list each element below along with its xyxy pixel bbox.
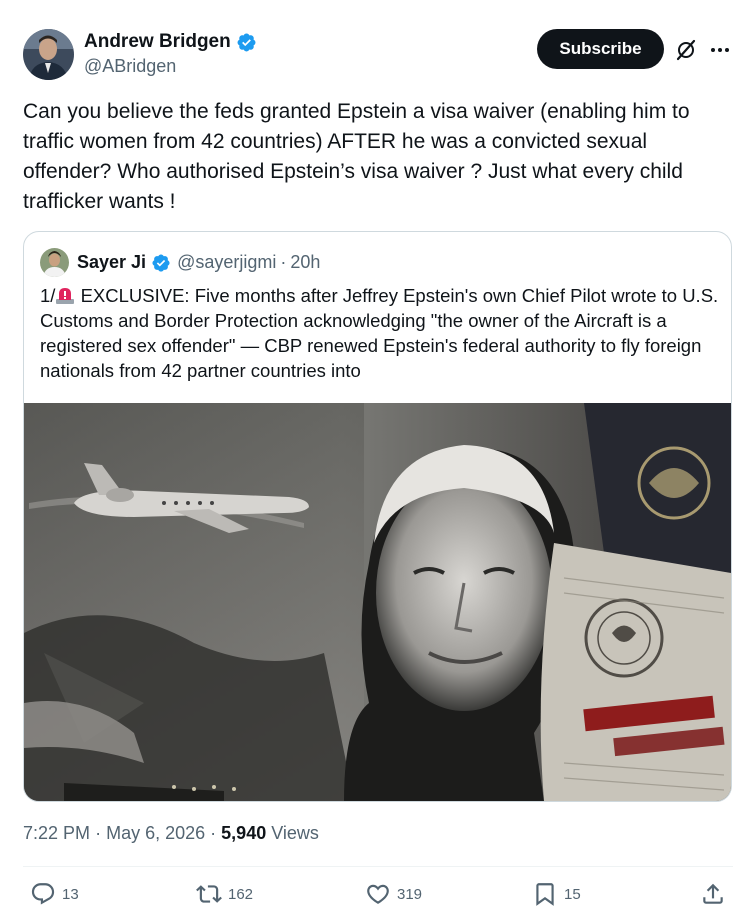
quote-text: 1/ EXCLUSIVE: Five months after Jeffrey … bbox=[40, 283, 720, 383]
author-name-text[interactable]: Andrew Bridgen bbox=[84, 31, 231, 53]
tweet: Andrew Bridgen @ABridgen Subscribe Can y… bbox=[0, 0, 756, 919]
bookmark-count: 15 bbox=[564, 885, 581, 903]
tweet-meta: 7:22 PM · May 6, 2026 · 5,940 Views bbox=[23, 823, 319, 844]
like-count: 319 bbox=[397, 885, 423, 903]
verified-badge-icon bbox=[237, 33, 256, 51]
tweet-text: Can you believe the feds granted Epstein… bbox=[23, 100, 690, 213]
subscribe-button[interactable]: Subscribe bbox=[537, 29, 664, 69]
repost-button[interactable]: 162 bbox=[196, 881, 253, 907]
views-label: Views bbox=[271, 823, 319, 843]
tweet-time[interactable]: 7:22 PM bbox=[23, 823, 90, 843]
views-count: 5,940 bbox=[221, 823, 267, 843]
like-button[interactable]: 319 bbox=[365, 881, 422, 907]
reply-icon bbox=[31, 883, 55, 905]
separator-dot: · bbox=[210, 823, 217, 843]
separator-dot: · bbox=[95, 823, 102, 843]
quote-media-image[interactable] bbox=[24, 403, 731, 801]
bookmark-button[interactable]: 15 bbox=[532, 881, 581, 907]
quote-author-name[interactable]: Sayer Ji bbox=[77, 252, 146, 273]
verified-badge-icon bbox=[152, 253, 170, 272]
quoted-tweet[interactable]: Sayer Ji @sayerjigmi · 20h 1/ EXCLUSIVE:… bbox=[23, 231, 732, 802]
divider bbox=[23, 866, 733, 867]
quote-author-handle[interactable]: @sayerjigmi bbox=[177, 252, 276, 273]
heart-icon bbox=[367, 884, 389, 904]
tweet-date[interactable]: May 6, 2026 bbox=[106, 823, 205, 843]
repost-count: 162 bbox=[228, 885, 254, 903]
author-name[interactable]: Andrew Bridgen bbox=[84, 31, 257, 53]
repost-icon bbox=[196, 885, 222, 903]
quote-text-prefix: 1/ bbox=[40, 285, 56, 306]
more-icon[interactable] bbox=[708, 38, 732, 62]
quote-text-body: EXCLUSIVE: Five months after Jeffrey Eps… bbox=[40, 285, 719, 381]
share-icon[interactable] bbox=[700, 881, 726, 907]
grok-icon[interactable] bbox=[674, 38, 698, 62]
separator-dot: · bbox=[280, 252, 287, 272]
reply-count: 13 bbox=[62, 885, 79, 903]
author-avatar[interactable] bbox=[23, 29, 74, 80]
reply-button[interactable]: 13 bbox=[30, 881, 79, 907]
quote-header: Sayer Ji @sayerjigmi · 20h bbox=[77, 252, 320, 273]
siren-emoji-icon bbox=[56, 288, 75, 304]
bookmark-icon bbox=[536, 883, 554, 906]
quote-author-avatar[interactable] bbox=[40, 248, 69, 277]
author-handle[interactable]: @ABridgen bbox=[84, 56, 176, 77]
quote-timestamp[interactable]: 20h bbox=[290, 252, 320, 273]
